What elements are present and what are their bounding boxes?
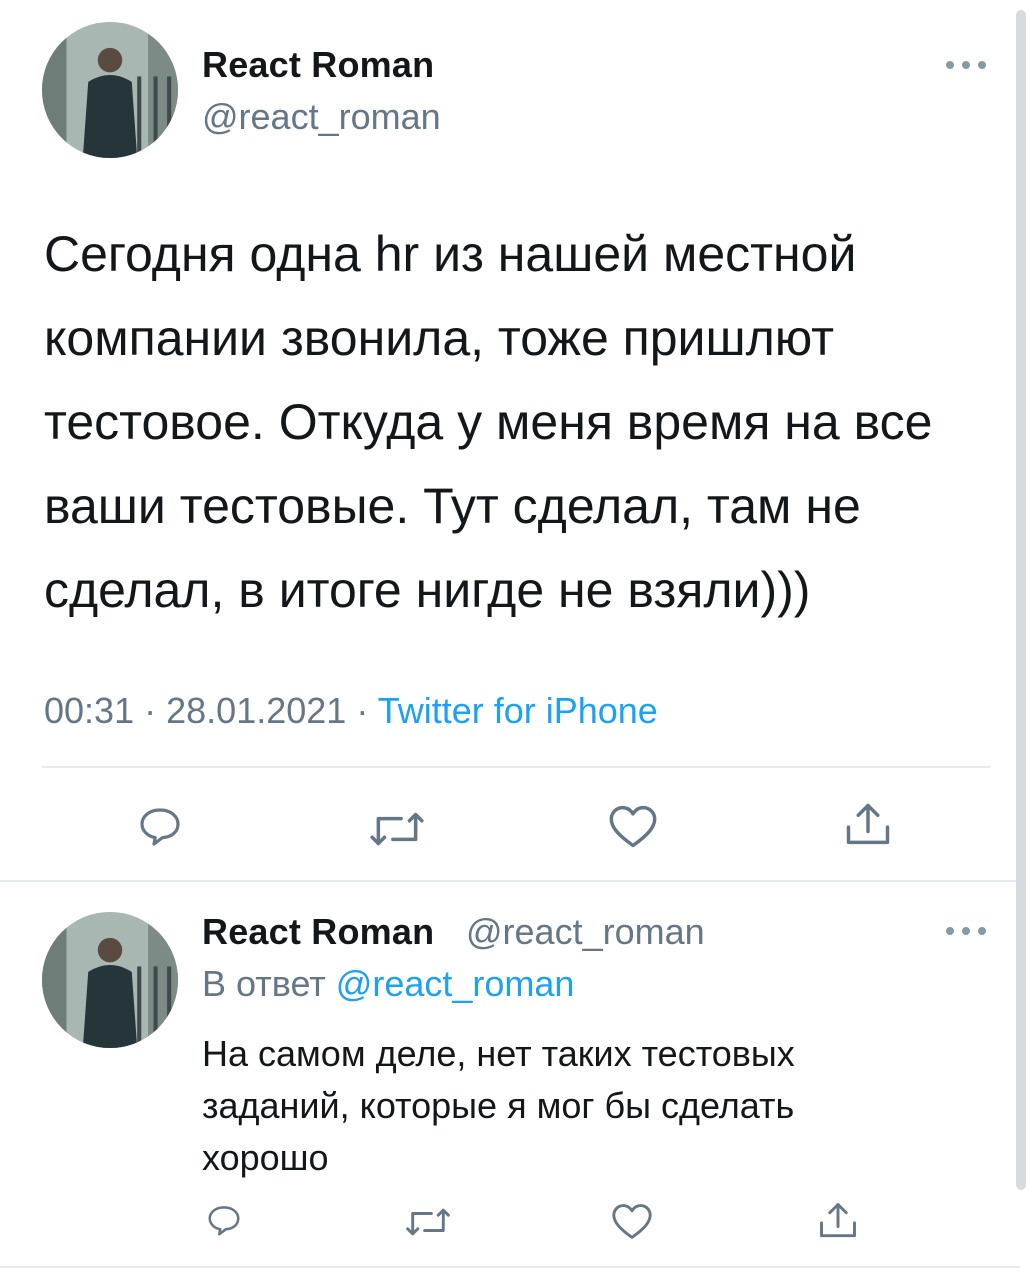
meta-divider: [42, 766, 990, 768]
retweet-icon: [406, 1208, 450, 1236]
share-icon: [846, 803, 890, 845]
like-button[interactable]: [607, 802, 659, 850]
tweet-date[interactable]: 28.01.2021: [166, 690, 346, 731]
reply-context: В ответ @react_roman: [202, 963, 574, 1005]
reply-mention-link[interactable]: @react_roman: [336, 963, 575, 1004]
like-icon: [612, 1204, 652, 1239]
share-button[interactable]: [842, 798, 894, 852]
share-button[interactable]: [816, 1198, 860, 1244]
tweet-text: Сегодня одна hr из нашей местной компани…: [44, 226, 933, 618]
share-icon: [820, 1203, 856, 1238]
retweet-button[interactable]: [404, 1205, 452, 1239]
reply-icon: [140, 808, 180, 846]
author-name[interactable]: React Roman: [202, 44, 434, 86]
author-avatar[interactable]: [42, 22, 178, 158]
reply-icon: [208, 1206, 240, 1236]
reply-tweet-text: На самом деле, нет таких тестовых задани…: [202, 1033, 795, 1178]
like-button[interactable]: [610, 1201, 654, 1241]
tweet-meta: 00:31 · 28.01.2021 · Twitter for iPhone: [44, 690, 658, 732]
more-options-icon[interactable]: [946, 58, 986, 72]
more-options-icon[interactable]: [946, 924, 986, 938]
reply-author-handle[interactable]: @react_roman: [466, 911, 705, 953]
scrollbar[interactable]: [1016, 10, 1026, 1190]
reply-button[interactable]: [135, 802, 185, 850]
avatar-photo: [42, 22, 178, 158]
reply-button[interactable]: [204, 1201, 244, 1239]
bottom-divider: [0, 1266, 1020, 1268]
reply-author-avatar[interactable]: [42, 912, 178, 1048]
tweet-divider: [0, 880, 1020, 882]
tweet-source-link[interactable]: Twitter for iPhone: [378, 690, 658, 731]
like-icon: [609, 805, 657, 848]
avatar-photo: [42, 912, 178, 1048]
retweet-button[interactable]: [368, 808, 426, 850]
author-handle[interactable]: @react_roman: [202, 96, 441, 138]
reply-author-name[interactable]: React Roman: [202, 911, 434, 953]
tweet-time[interactable]: 00:31: [44, 690, 134, 731]
reply-prefix: В ответ: [202, 963, 326, 1004]
meta-separator: ·: [356, 690, 369, 731]
meta-separator: ·: [144, 690, 157, 731]
retweet-icon: [370, 812, 424, 846]
